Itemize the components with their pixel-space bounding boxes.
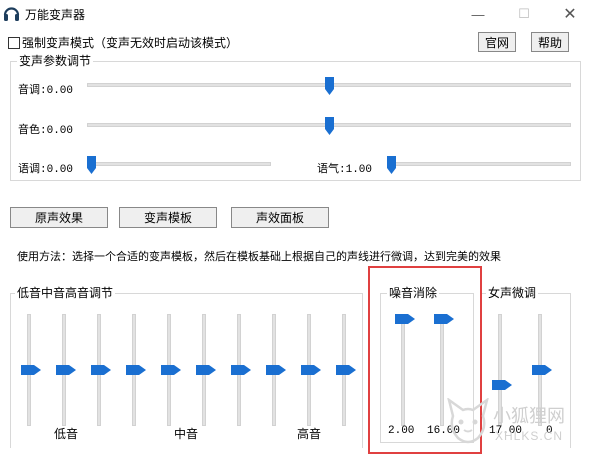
voice-template-button[interactable]: 变声模板 <box>119 207 217 228</box>
window-title: 万能变声器 <box>25 8 86 22</box>
eq-slider-thumb-5[interactable] <box>161 365 181 375</box>
voice-params-group: 变声参数调节 音调:0.00 音色:0.00 语调:0.00 语气:1.00 <box>10 54 581 181</box>
watermark: 小狐狸网 XHLKS.CN <box>445 398 591 454</box>
fox-logo-icon <box>447 398 489 444</box>
eq-slider-thumb-8[interactable] <box>266 365 286 375</box>
mood-label: 语气:1.00 <box>317 163 373 176</box>
eq-slider-thumb-6[interactable] <box>196 365 216 375</box>
female-slider-thumb-1[interactable] <box>492 380 512 391</box>
watermark-name: 小狐狸网 <box>493 406 565 426</box>
pitch-slider-thumb[interactable] <box>324 77 334 95</box>
force-mode-checkbox[interactable] <box>8 36 20 49</box>
tone-label: 语调:0.00 <box>18 163 74 176</box>
force-mode-row[interactable]: 强制变声模式（变声无效时启动该模式） <box>8 34 238 51</box>
minimize-button[interactable]: — <box>455 0 501 28</box>
original-voice-button[interactable]: 原声效果 <box>10 207 108 228</box>
eq-slider-thumb-3[interactable] <box>91 365 111 375</box>
treble-label: 高音 <box>297 427 322 441</box>
tone-slider-thumb[interactable] <box>87 156 96 174</box>
sound-effect-panel-button[interactable]: 声效面板 <box>231 207 329 228</box>
maximize-button[interactable]: ☐ <box>501 0 547 28</box>
official-site-button[interactable]: 官网 <box>478 32 516 52</box>
eq-slider-thumb-1[interactable] <box>21 365 41 375</box>
eq-slider-thumb-2[interactable] <box>56 365 76 375</box>
title-bar: 万能变声器 — ☐ ✕ <box>0 0 591 28</box>
female-voice-title: 女声微调 <box>486 286 539 300</box>
eq-slider-thumb-9[interactable] <box>301 365 321 375</box>
tone-slider[interactable] <box>87 162 271 166</box>
eq-slider-thumb-10[interactable] <box>336 365 356 375</box>
equalizer-group: 低音中音高音调节 低音 中音 高音 <box>10 286 363 448</box>
female-slider-thumb-2[interactable] <box>532 365 552 375</box>
force-mode-label: 强制变声模式（变声无效时启动该模式） <box>22 36 239 50</box>
close-button[interactable]: ✕ <box>547 0 591 28</box>
timbre-slider-thumb[interactable] <box>324 117 334 135</box>
voice-params-title: 变声参数调节 <box>17 54 94 68</box>
watermark-url: XHLKS.CN <box>495 429 564 443</box>
help-button[interactable]: 帮助 <box>531 32 569 52</box>
eq-slider-thumb-4[interactable] <box>126 365 146 375</box>
equalizer-title: 低音中音高音调节 <box>15 286 116 300</box>
mood-slider[interactable] <box>387 162 571 166</box>
bass-label: 低音 <box>54 427 79 441</box>
headphones-app-icon <box>3 7 20 21</box>
eq-slider-thumb-7[interactable] <box>231 365 251 375</box>
pitch-label: 音调:0.00 <box>18 84 74 97</box>
usage-instructions: 使用方法：选择一个合适的变声模板，然后在模板基础上根据自己的声线进行微调，达到完… <box>17 251 501 263</box>
mood-slider-thumb[interactable] <box>387 156 396 174</box>
mid-label: 中音 <box>174 427 199 441</box>
timbre-label: 音色:0.00 <box>18 124 74 137</box>
